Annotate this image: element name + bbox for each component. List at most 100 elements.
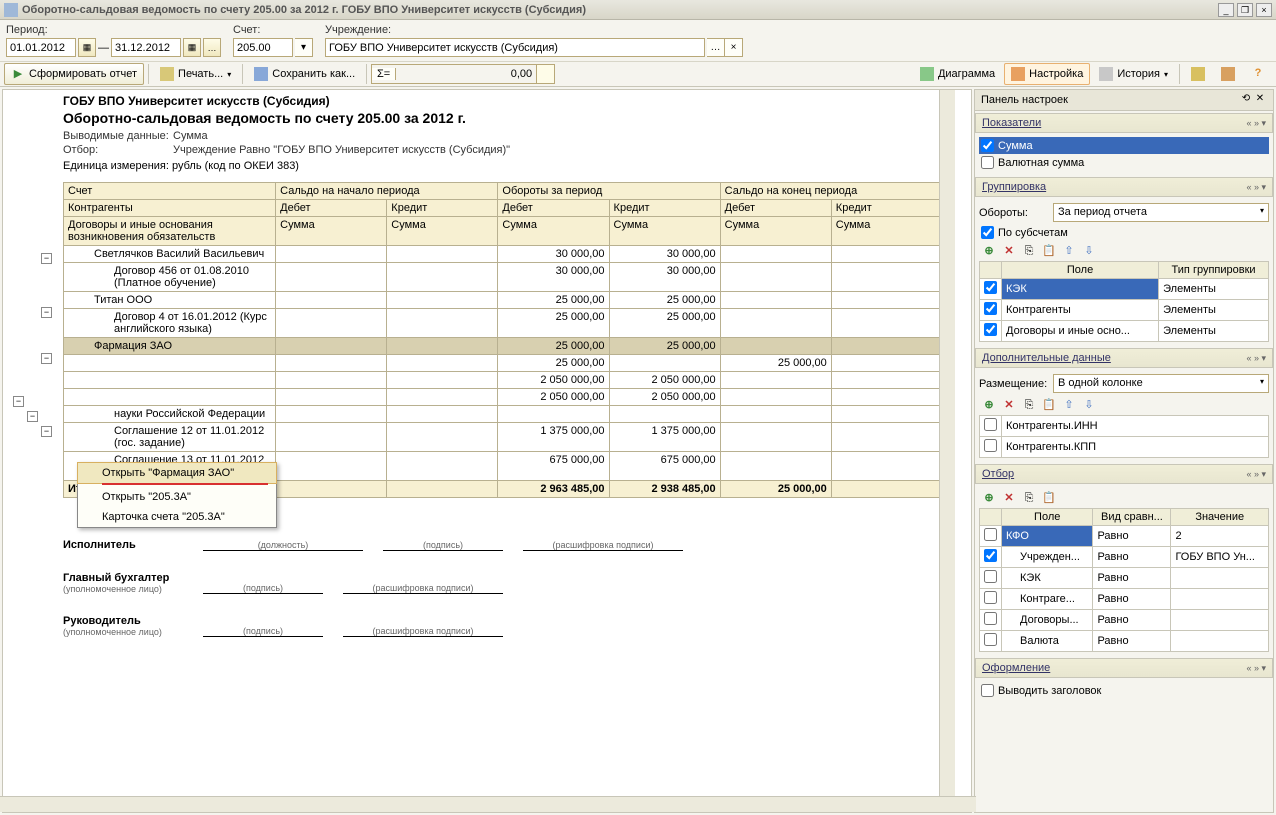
filter-row[interactable]: ВалютаРавно (980, 631, 1269, 652)
table-row[interactable]: 2 050 000,002 050 000,00 (64, 389, 943, 406)
table-row[interactable]: Светлячков Василий Васильевич30 000,0030… (64, 246, 943, 263)
expand-toggle[interactable]: − (41, 253, 52, 264)
titlebar: Оборотно-сальдовая ведомость по счету 20… (0, 0, 1276, 20)
org-select-button[interactable]: … (707, 38, 725, 57)
run-report-button[interactable]: Сформировать отчет (4, 63, 144, 85)
filter-del-icon[interactable]: ✕ (1001, 490, 1017, 506)
date-from-picker-icon[interactable]: ▦ (78, 38, 96, 57)
diagram-button[interactable]: Диаграмма (913, 63, 1002, 85)
filter-paste-icon[interactable]: 📋 (1041, 490, 1057, 506)
grouping-grid[interactable]: ПолеТип группировки КЭКЭлементыКонтраген… (979, 261, 1269, 342)
filter-row[interactable]: Контраге...Равно (980, 589, 1269, 610)
filter-add-icon[interactable]: ⊕ (981, 490, 997, 506)
placement-select[interactable]: В одной колонке ▾ (1053, 374, 1269, 393)
filter-copy-icon[interactable]: ⎘ (1021, 490, 1037, 506)
filter-grid[interactable]: ПолеВид сравн...Значение КФОРавно2Учрежд… (979, 508, 1269, 652)
group-del-icon[interactable]: ✕ (1001, 243, 1017, 259)
group-copy-icon[interactable]: ⎘ (1021, 243, 1037, 259)
th-debit: Дебет (498, 200, 609, 217)
turnover-select[interactable]: За период отчета ▾ (1053, 203, 1269, 222)
ctx-open-account[interactable]: Открыть "205.3А" (78, 487, 276, 507)
print-button[interactable]: Печать...▾ (153, 63, 238, 85)
extradata-row[interactable]: Контрагенты.ИНН (980, 416, 1269, 437)
table-row[interactable]: науки Российской Федерации (64, 406, 943, 423)
sec-format[interactable]: Оформление (982, 662, 1246, 674)
expand-toggle[interactable]: − (27, 411, 38, 422)
horizontal-scrollbar[interactable] (0, 796, 976, 812)
dop-del-icon[interactable]: ✕ (1001, 397, 1017, 413)
ctx-account-card[interactable]: Карточка счета "205.3А" (78, 507, 276, 527)
group-up-icon[interactable]: ⇧ (1061, 243, 1077, 259)
date-from-input[interactable] (6, 38, 76, 57)
save-as-button[interactable]: Сохранить как... (247, 63, 362, 85)
indicator-summa[interactable]: Сумма (979, 137, 1269, 154)
settings-restore-icon[interactable]: ⟲ (1239, 93, 1253, 107)
extra-button-2[interactable] (1214, 63, 1242, 85)
help-button[interactable]: ? (1244, 63, 1272, 85)
period-dialog-button[interactable]: … (203, 38, 221, 57)
org-clear-button[interactable]: × (725, 38, 743, 57)
group-add-icon[interactable]: ⊕ (981, 243, 997, 259)
filter-row[interactable]: КЭКРавно (980, 568, 1269, 589)
org-input[interactable] (325, 38, 705, 57)
expand-toggle[interactable]: − (41, 307, 52, 318)
by-subaccounts-check[interactable]: По субсчетам (979, 224, 1269, 241)
ctx-open-agent[interactable]: Открыть "Фармация ЗАО" (77, 462, 277, 484)
dop-copy-icon[interactable]: ⎘ (1021, 397, 1037, 413)
vertical-scrollbar[interactable] (939, 90, 955, 812)
sec-filter[interactable]: Отбор (982, 468, 1246, 480)
sigma-calc-icon[interactable] (536, 65, 554, 83)
dop-down-icon[interactable]: ⇩ (1081, 397, 1097, 413)
filter-row[interactable]: КФОРавно2 (980, 526, 1269, 547)
chevron-icon[interactable]: « » ▾ (1246, 469, 1266, 480)
group-paste-icon[interactable]: 📋 (1041, 243, 1057, 259)
history-button[interactable]: История▾ (1092, 63, 1175, 85)
grouping-row[interactable]: Договоры и иные осно...Элементы (980, 321, 1269, 342)
sec-indicators[interactable]: Показатели (982, 117, 1246, 129)
sec-grouping[interactable]: Группировка (982, 181, 1246, 193)
close-button[interactable]: × (1256, 3, 1272, 17)
expand-toggle[interactable]: − (41, 353, 52, 364)
date-to-picker-icon[interactable]: ▦ (183, 38, 201, 57)
table-row[interactable]: Титан ООО25 000,0025 000,00 (64, 292, 943, 309)
chevron-icon[interactable]: « » ▾ (1246, 182, 1266, 193)
table-row[interactable]: Договор 456 от 01.08.2010 (Платное обуче… (64, 263, 943, 292)
extra-data-grid[interactable]: Контрагенты.ИННКонтрагенты.КПП (979, 415, 1269, 458)
filter-row[interactable]: Учрежден...РавноГОБУ ВПО Ун... (980, 547, 1269, 568)
indicator-valsumma[interactable]: Валютная сумма (979, 154, 1269, 171)
grouping-row[interactable]: КЭКЭлементы (980, 279, 1269, 300)
table-row[interactable]: 25 000,0025 000,00 (64, 355, 943, 372)
output-header-check[interactable]: Выводить заголовок (979, 682, 1269, 699)
chevron-icon[interactable]: « » ▾ (1246, 353, 1266, 364)
th-credit: Кредит (387, 200, 498, 217)
expand-toggle[interactable]: − (41, 426, 52, 437)
grouping-row[interactable]: КонтрагентыЭлементы (980, 300, 1269, 321)
group-down-icon[interactable]: ⇩ (1081, 243, 1097, 259)
expand-toggle[interactable]: − (13, 396, 24, 407)
table-row[interactable]: 2 050 000,002 050 000,00 (64, 372, 943, 389)
dop-paste-icon[interactable]: 📋 (1041, 397, 1057, 413)
minimize-button[interactable]: _ (1218, 3, 1234, 17)
chevron-icon[interactable]: « » ▾ (1246, 118, 1266, 129)
dop-add-icon[interactable]: ⊕ (981, 397, 997, 413)
th-end: Сальдо на конец периода (720, 183, 942, 200)
maximize-button[interactable]: ❐ (1237, 3, 1253, 17)
th-begin: Сальдо на начало периода (276, 183, 498, 200)
table-row[interactable]: Фармация ЗАО25 000,0025 000,00 (64, 338, 943, 355)
dop-up-icon[interactable]: ⇧ (1061, 397, 1077, 413)
sec-extradata[interactable]: Дополнительные данные (982, 352, 1246, 364)
table-row[interactable]: Договор 4 от 16.01.2012 (Курс английског… (64, 309, 943, 338)
table-row[interactable]: Соглашение 12 от 11.01.2012 (гос. задани… (64, 423, 943, 452)
th-turn: Обороты за период (498, 183, 720, 200)
th-debit: Дебет (276, 200, 387, 217)
settings-toggle-button[interactable]: Настройка (1004, 63, 1090, 85)
chevron-icon[interactable]: « » ▾ (1246, 663, 1266, 674)
extradata-row[interactable]: Контрагенты.КПП (980, 437, 1269, 458)
date-to-input[interactable] (111, 38, 181, 57)
settings-close-icon[interactable]: ✕ (1253, 93, 1267, 107)
account-select-button[interactable]: ▾ (295, 38, 313, 57)
filter-row[interactable]: Договоры...Равно (980, 610, 1269, 631)
extra-button-1[interactable] (1184, 63, 1212, 85)
report-org: ГОБУ ВПО Университет искусств (Субсидия) (63, 94, 971, 108)
account-input[interactable] (233, 38, 293, 57)
